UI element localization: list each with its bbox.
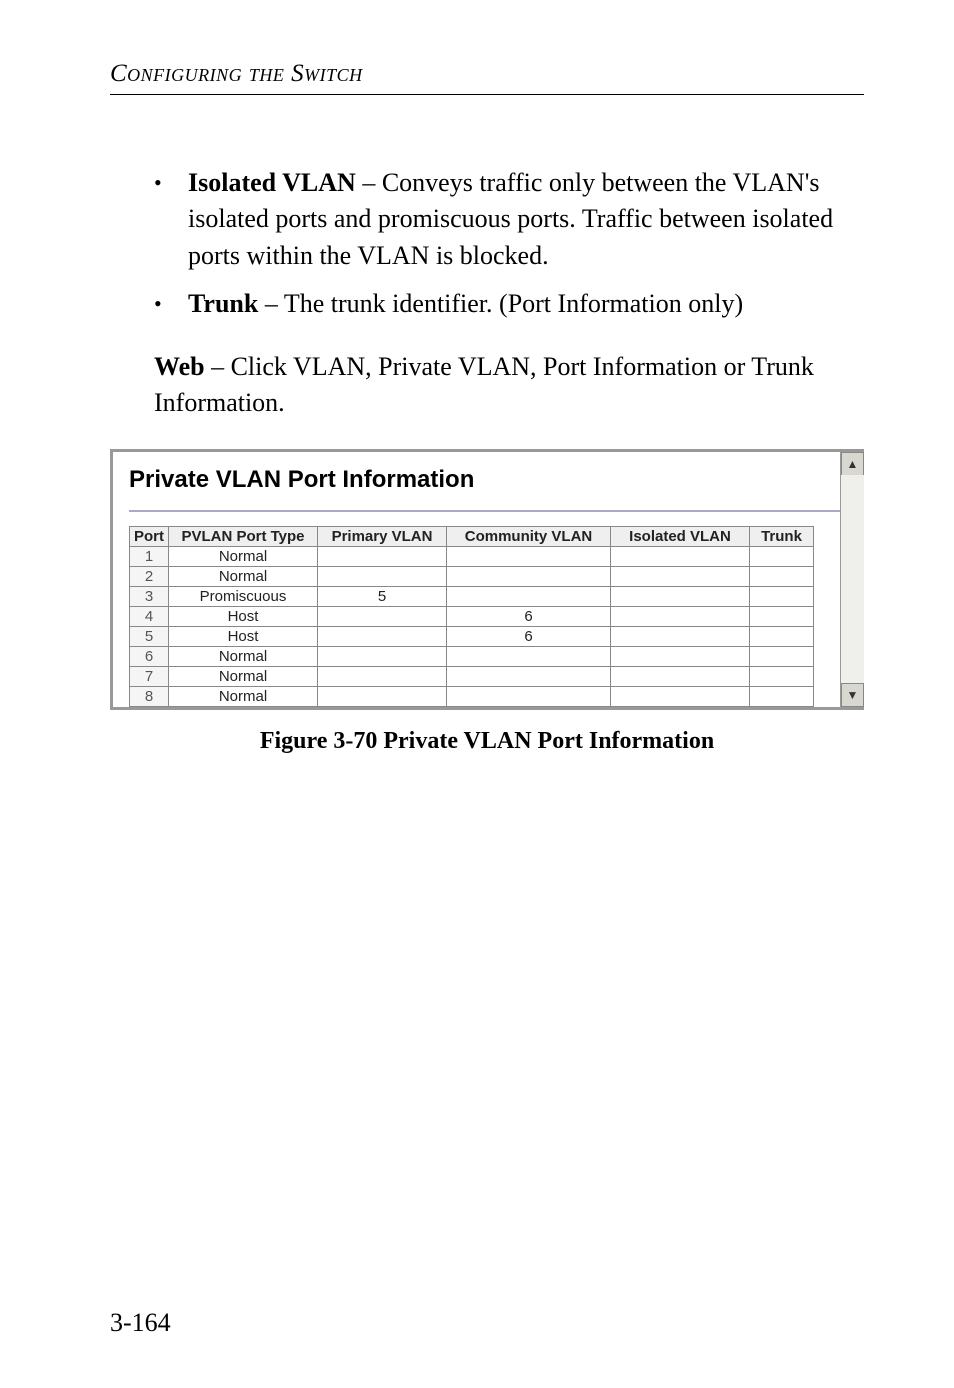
figure-caption: Figure 3-70 Private VLAN Port Informatio…	[110, 728, 864, 755]
cell-port: 3	[130, 587, 169, 607]
table-header-row: Port PVLAN Port Type Primary VLAN Commun…	[130, 527, 814, 547]
cell-isolated	[611, 667, 750, 687]
cell-primary	[318, 607, 447, 627]
cell-trunk	[750, 607, 814, 627]
cell-trunk	[750, 667, 814, 687]
cell-primary	[318, 667, 447, 687]
cell-primary	[318, 647, 447, 667]
cell-type: Normal	[169, 547, 318, 567]
table-row: 4 Host 6	[130, 607, 814, 627]
col-trunk: Trunk	[750, 527, 814, 547]
cell-type: Normal	[169, 687, 318, 707]
col-port: Port	[130, 527, 169, 547]
cell-port: 7	[130, 667, 169, 687]
cell-primary	[318, 567, 447, 587]
cell-type: Host	[169, 607, 318, 627]
cell-type: Promiscuous	[169, 587, 318, 607]
cell-isolated	[611, 547, 750, 567]
table-row: 3 Promiscuous 5	[130, 587, 814, 607]
scroll-down-arrow-icon[interactable]: ▼	[841, 683, 864, 707]
cell-trunk	[750, 627, 814, 647]
bullet-icon: •	[154, 165, 188, 274]
cell-community: 6	[447, 607, 611, 627]
cell-trunk	[750, 687, 814, 707]
bullet-term: Trunk	[188, 289, 258, 318]
cell-trunk	[750, 547, 814, 567]
screenshot-title: Private VLAN Port Information	[129, 466, 864, 494]
bullet-icon: •	[154, 286, 188, 322]
bullet-text: – The trunk identifier. (Port Informatio…	[258, 289, 743, 318]
vertical-scrollbar[interactable]: ▲ ▼	[840, 452, 864, 707]
bullet-term: Isolated VLAN	[188, 168, 356, 197]
table-row: 7 Normal	[130, 667, 814, 687]
cell-primary: 5	[318, 587, 447, 607]
cell-isolated	[611, 687, 750, 707]
web-instruction: Web – Click VLAN, Private VLAN, Port Inf…	[154, 349, 864, 422]
table-row: 2 Normal	[130, 567, 814, 587]
cell-trunk	[750, 587, 814, 607]
cell-isolated	[611, 647, 750, 667]
list-item: • Isolated VLAN – Conveys traffic only b…	[154, 165, 864, 274]
bullet-list: • Isolated VLAN – Conveys traffic only b…	[154, 165, 864, 323]
screenshot-frame: Private VLAN Port Information Port PVLAN…	[110, 449, 864, 710]
col-isolated-vlan: Isolated VLAN	[611, 527, 750, 547]
table-row: 8 Normal	[130, 687, 814, 707]
table-row: 5 Host 6	[130, 627, 814, 647]
cell-isolated	[611, 587, 750, 607]
cell-port: 6	[130, 647, 169, 667]
pvlan-table: Port PVLAN Port Type Primary VLAN Commun…	[129, 526, 814, 707]
cell-port: 2	[130, 567, 169, 587]
header-rule	[110, 94, 864, 95]
cell-type: Normal	[169, 647, 318, 667]
cell-community: 6	[447, 627, 611, 647]
cell-primary	[318, 627, 447, 647]
running-header: Configuring the Switch	[110, 60, 864, 88]
cell-type: Normal	[169, 667, 318, 687]
cell-primary	[318, 687, 447, 707]
table-row: 1 Normal	[130, 547, 814, 567]
cell-community	[447, 567, 611, 587]
page-number: 3-164	[110, 1308, 171, 1338]
cell-port: 5	[130, 627, 169, 647]
cell-isolated	[611, 607, 750, 627]
list-item: • Trunk – The trunk identifier. (Port In…	[154, 286, 864, 322]
cell-community	[447, 587, 611, 607]
web-rest: – Click VLAN, Private VLAN, Port Informa…	[154, 352, 814, 417]
col-pvlan-type: PVLAN Port Type	[169, 527, 318, 547]
cell-port: 8	[130, 687, 169, 707]
screenshot-rule	[129, 510, 849, 512]
cell-community	[447, 687, 611, 707]
cell-trunk	[750, 647, 814, 667]
cell-port: 1	[130, 547, 169, 567]
scrollbar-track[interactable]	[841, 475, 864, 684]
col-community-vlan: Community VLAN	[447, 527, 611, 547]
cell-type: Host	[169, 627, 318, 647]
cell-primary	[318, 547, 447, 567]
cell-isolated	[611, 567, 750, 587]
web-lead: Web	[154, 352, 205, 381]
cell-port: 4	[130, 607, 169, 627]
cell-type: Normal	[169, 567, 318, 587]
cell-community	[447, 547, 611, 567]
col-primary-vlan: Primary VLAN	[318, 527, 447, 547]
cell-trunk	[750, 567, 814, 587]
cell-community	[447, 647, 611, 667]
table-row: 6 Normal	[130, 647, 814, 667]
cell-isolated	[611, 627, 750, 647]
cell-community	[447, 667, 611, 687]
scroll-up-arrow-icon[interactable]: ▲	[841, 452, 864, 476]
